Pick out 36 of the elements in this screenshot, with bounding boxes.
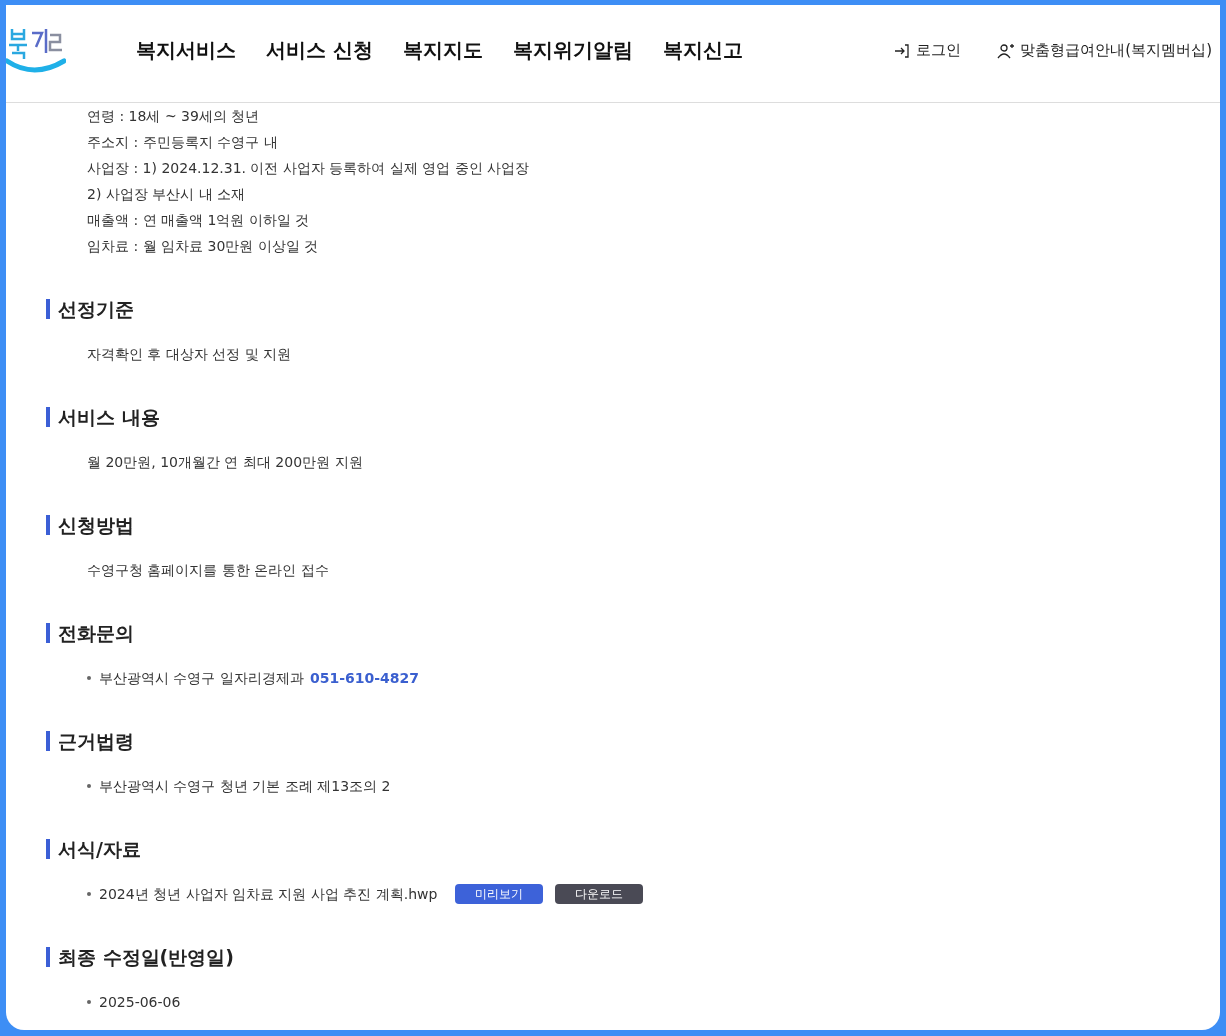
info-line: 자격확인 후 대상자 선정 및 지원 [87,345,293,364]
phone-link[interactable]: 051-610-4827 [309,670,419,686]
nav-link[interactable]: 복지지도 [402,37,483,64]
bullet-icon [87,1000,91,1004]
nav-link[interactable]: 복지신고 [662,37,743,64]
info-line: 임차료 : 월 임차료 30만원 이상일 것 [87,237,320,256]
info-line: 부산광역시 수영구 청년 기본 조례 제13조의 2 [99,777,391,796]
bullet-icon [87,676,91,680]
info-line: 연령 : 18세 ~ 39세의 청년 [87,107,261,126]
info-line: 주소지 : 주민등록지 수영구 내 [87,133,279,152]
bullet-icon [87,892,91,896]
info-line: 월 20만원, 10개월간 연 최대 200만원 지원 [87,453,364,472]
nav-link[interactable]: 복지위기알림 [512,37,633,64]
nav-link[interactable]: 서비스 신청 [266,37,373,64]
nav-link[interactable]: 복지서비스 [136,37,236,64]
login-link[interactable]: 로그인 [893,41,962,60]
bullet-icon [87,784,91,788]
section-heading: 선정기준 [46,299,1220,319]
section-heading: 근거법령 [46,731,1220,751]
section-heading: 전화문의 [46,623,1220,643]
section-heading: 최종 수정일(반영일) [46,947,1220,967]
info-line: 사업장 : 1) 2024.12.31. 이전 사업자 등록하여 실제 영업 중인 사업장 [87,159,531,178]
download-button[interactable]: 다운로드 [555,884,644,904]
info-line: 부산광역시 수영구 일자리경제과 [99,669,304,688]
info-line: 2024년 청년 사업자 임차료 지원 사업 추진 계획.hwp [99,885,438,904]
membership-link[interactable]: 맞춤형급여안내(복지멤버십) [997,41,1212,60]
info-line: 2025-06-06 [99,993,181,1012]
section-heading: 서식/자료 [46,839,1220,859]
info-line: 수영구청 홈페이지를 통한 온라인 접수 [87,561,330,580]
info-line: 2) 사업장 부산시 내 소재 [87,185,247,204]
section-heading: 서비스 내용 [46,407,1220,427]
login-icon [893,42,912,59]
section-heading: 신청방법 [46,515,1220,535]
info-line: 매출액 : 연 매출액 1억원 이하일 것 [87,211,311,230]
add-user-icon [997,42,1016,59]
preview-button[interactable]: 미리보기 [455,884,544,904]
